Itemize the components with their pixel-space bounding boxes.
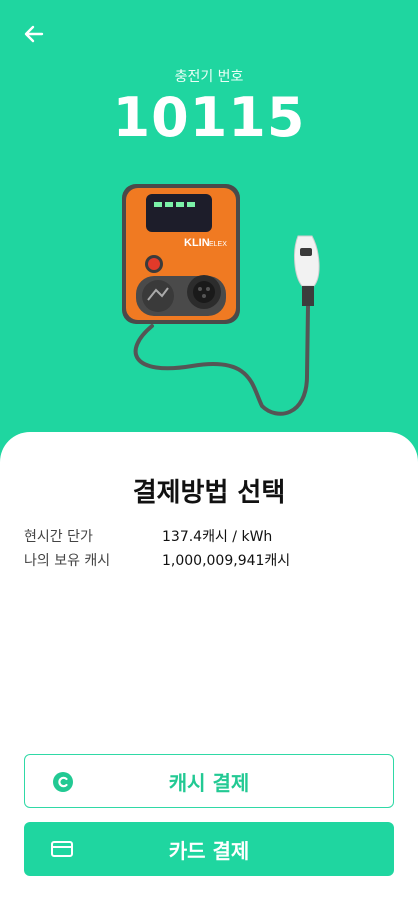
charger-number-label: 충전기 번호 bbox=[174, 69, 244, 85]
cash-balance-value: 1,000,009,941캐시 bbox=[162, 553, 291, 569]
payment-method-title: 결제방법 선택 bbox=[132, 478, 286, 508]
credit-card-icon bbox=[51, 841, 73, 857]
cash-payment-button[interactable]: 캐시 결제 bbox=[24, 754, 394, 808]
unit-price-label: 현시간 단가 bbox=[24, 529, 93, 545]
card-payment-label: 카드 결제 bbox=[168, 838, 250, 863]
arrow-left-icon bbox=[24, 25, 44, 43]
back-button[interactable] bbox=[20, 20, 48, 48]
unit-price-value: 137.4캐시 / kWh bbox=[162, 529, 273, 545]
ev-charger-illustration: KLIN ELEX bbox=[122, 184, 320, 416]
cash-coin-icon bbox=[53, 772, 73, 792]
charger-brand: KLIN bbox=[184, 237, 210, 249]
charger-model: ELEX bbox=[209, 241, 227, 248]
charger-number: 10115 bbox=[112, 86, 306, 149]
cash-payment-label: 캐시 결제 bbox=[168, 770, 250, 795]
cash-balance-label: 나의 보유 캐시 bbox=[24, 553, 111, 569]
card-payment-button[interactable]: 카드 결제 bbox=[24, 822, 394, 876]
